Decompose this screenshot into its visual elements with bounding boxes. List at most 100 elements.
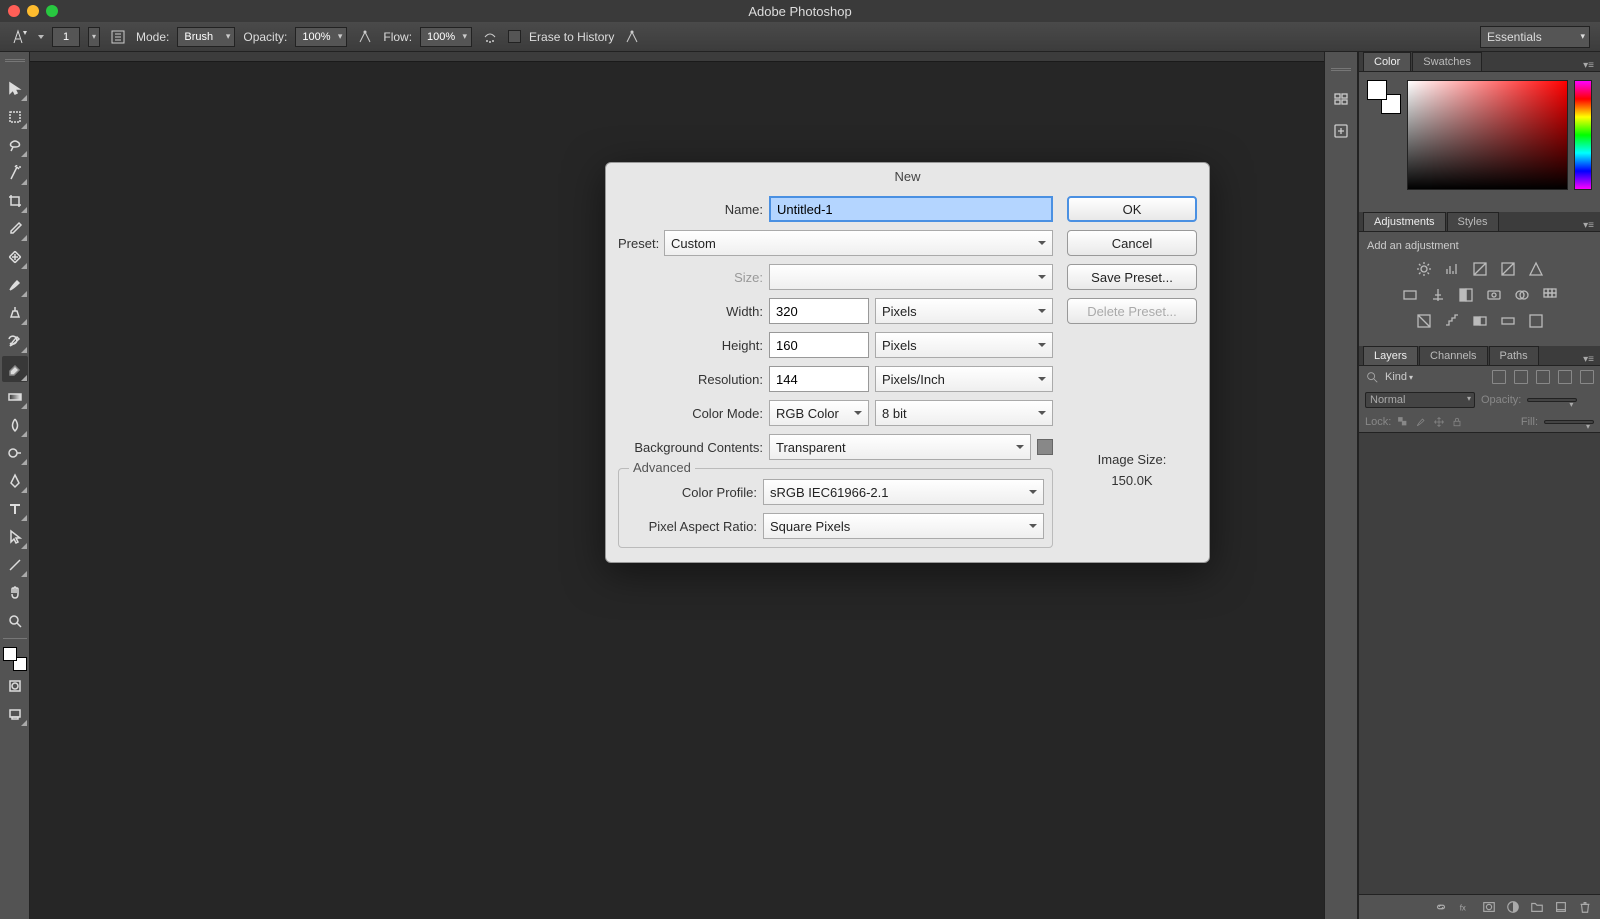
path-selection-tool[interactable] bbox=[2, 524, 28, 550]
foreground-color-swatch[interactable] bbox=[3, 647, 17, 661]
invert-icon[interactable] bbox=[1415, 312, 1433, 330]
name-input[interactable] bbox=[769, 196, 1053, 222]
paths-tab[interactable]: Paths bbox=[1489, 346, 1539, 365]
adjustments-tab[interactable]: Adjustments bbox=[1363, 212, 1446, 231]
lock-position-icon[interactable] bbox=[1433, 416, 1445, 428]
pixel-aspect-select[interactable]: Square Pixels bbox=[763, 513, 1044, 539]
flow-pressure-icon[interactable] bbox=[622, 27, 642, 47]
preset-select[interactable]: Custom bbox=[664, 230, 1053, 256]
lock-all-icon[interactable] bbox=[1451, 416, 1463, 428]
adjustment-layer-filter-icon[interactable] bbox=[1514, 370, 1528, 384]
channels-tab[interactable]: Channels bbox=[1419, 346, 1487, 365]
cancel-button[interactable]: Cancel bbox=[1067, 230, 1197, 256]
move-tool[interactable] bbox=[2, 76, 28, 102]
layers-tab[interactable]: Layers bbox=[1363, 346, 1418, 365]
layer-filter-kind-select[interactable]: Kind bbox=[1383, 371, 1423, 383]
ok-button[interactable]: OK bbox=[1067, 196, 1197, 222]
zoom-tool[interactable] bbox=[2, 608, 28, 634]
new-group-icon[interactable] bbox=[1530, 900, 1544, 914]
color-field[interactable] bbox=[1407, 80, 1568, 190]
smart-object-filter-icon[interactable] bbox=[1580, 370, 1594, 384]
magic-wand-tool[interactable] bbox=[2, 160, 28, 186]
erase-history-checkbox[interactable] bbox=[508, 30, 521, 43]
eraser-tool[interactable] bbox=[2, 356, 28, 382]
vibrance-icon[interactable] bbox=[1527, 260, 1545, 278]
resolution-input[interactable] bbox=[769, 366, 869, 392]
resolution-unit-select[interactable]: Pixels/Inch bbox=[875, 366, 1053, 392]
curves-icon[interactable] bbox=[1471, 260, 1489, 278]
opacity-select[interactable]: 100% bbox=[295, 27, 347, 47]
tools-grip[interactable] bbox=[5, 56, 25, 64]
tool-preset-icon[interactable] bbox=[10, 27, 30, 47]
zoom-window-button[interactable] bbox=[46, 5, 58, 17]
height-input[interactable] bbox=[769, 332, 869, 358]
adjustments-panel-menu-icon[interactable]: ▾≡ bbox=[1577, 220, 1600, 231]
brightness-contrast-icon[interactable] bbox=[1415, 260, 1433, 278]
healing-brush-tool[interactable] bbox=[2, 244, 28, 270]
mode-select[interactable]: Brush bbox=[177, 27, 235, 47]
history-panel-icon[interactable] bbox=[1328, 86, 1354, 112]
blend-mode-select[interactable]: Normal bbox=[1365, 392, 1475, 408]
color-profile-select[interactable]: sRGB IEC61966-2.1 bbox=[763, 479, 1044, 505]
color-panel-menu-icon[interactable]: ▾≡ bbox=[1577, 60, 1600, 71]
shape-layer-filter-icon[interactable] bbox=[1558, 370, 1572, 384]
line-tool[interactable] bbox=[2, 552, 28, 578]
color-lookup-icon[interactable] bbox=[1541, 286, 1559, 304]
quick-mask-tool[interactable] bbox=[2, 673, 28, 699]
bit-depth-select[interactable]: 8 bit bbox=[875, 400, 1053, 426]
layer-opacity-select[interactable] bbox=[1527, 398, 1577, 402]
bg-contents-select[interactable]: Transparent bbox=[769, 434, 1031, 460]
close-window-button[interactable] bbox=[8, 5, 20, 17]
layer-mask-icon[interactable] bbox=[1482, 900, 1496, 914]
lock-pixels-icon[interactable] bbox=[1415, 416, 1427, 428]
lock-transparency-icon[interactable] bbox=[1397, 416, 1409, 428]
link-layers-icon[interactable] bbox=[1434, 900, 1448, 914]
delete-layer-icon[interactable] bbox=[1578, 900, 1592, 914]
swatches-tab[interactable]: Swatches bbox=[1412, 52, 1482, 71]
foreground-background-colors[interactable] bbox=[3, 647, 27, 671]
color-balance-icon[interactable] bbox=[1429, 286, 1447, 304]
brush-size-input[interactable] bbox=[52, 27, 80, 47]
layer-filter-search-icon[interactable] bbox=[1365, 370, 1379, 384]
height-unit-select[interactable]: Pixels bbox=[875, 332, 1053, 358]
opacity-pressure-icon[interactable] bbox=[355, 27, 375, 47]
blur-tool[interactable] bbox=[2, 412, 28, 438]
lasso-tool[interactable] bbox=[2, 132, 28, 158]
selective-color-icon[interactable] bbox=[1527, 312, 1545, 330]
hue-slider[interactable] bbox=[1574, 80, 1592, 190]
strip-grip[interactable] bbox=[1331, 68, 1351, 76]
advanced-legend[interactable]: Advanced bbox=[629, 460, 695, 475]
eyedropper-tool[interactable] bbox=[2, 216, 28, 242]
hand-tool[interactable] bbox=[2, 580, 28, 606]
new-layer-icon[interactable] bbox=[1554, 900, 1568, 914]
flow-select[interactable]: 100% bbox=[420, 27, 472, 47]
properties-panel-icon[interactable] bbox=[1328, 118, 1354, 144]
bg-color-swatch[interactable] bbox=[1037, 439, 1053, 455]
gradient-tool[interactable] bbox=[2, 384, 28, 410]
width-unit-select[interactable]: Pixels bbox=[875, 298, 1053, 324]
brush-size-stepper[interactable]: ▾ bbox=[88, 27, 100, 47]
brush-panel-toggle-icon[interactable] bbox=[108, 27, 128, 47]
layer-fill-select[interactable] bbox=[1544, 420, 1594, 424]
styles-tab[interactable]: Styles bbox=[1447, 212, 1499, 231]
gradient-map-icon[interactable] bbox=[1499, 312, 1517, 330]
marquee-tool[interactable] bbox=[2, 104, 28, 130]
tool-preset-dropdown-icon[interactable] bbox=[38, 35, 44, 39]
clone-stamp-tool[interactable] bbox=[2, 300, 28, 326]
pen-tool[interactable] bbox=[2, 468, 28, 494]
workspace-selector[interactable]: Essentials bbox=[1480, 26, 1590, 48]
type-layer-filter-icon[interactable] bbox=[1536, 370, 1550, 384]
layers-list[interactable] bbox=[1359, 432, 1600, 895]
channel-mixer-icon[interactable] bbox=[1513, 286, 1531, 304]
minimize-window-button[interactable] bbox=[27, 5, 39, 17]
save-preset-button[interactable]: Save Preset... bbox=[1067, 264, 1197, 290]
dodge-tool[interactable] bbox=[2, 440, 28, 466]
threshold-icon[interactable] bbox=[1471, 312, 1489, 330]
pixel-layer-filter-icon[interactable] bbox=[1492, 370, 1506, 384]
crop-tool[interactable] bbox=[2, 188, 28, 214]
exposure-icon[interactable] bbox=[1499, 260, 1517, 278]
layer-fx-icon[interactable]: fx bbox=[1458, 900, 1472, 914]
history-brush-tool[interactable] bbox=[2, 328, 28, 354]
screen-mode-tool[interactable] bbox=[2, 701, 28, 727]
black-white-icon[interactable] bbox=[1457, 286, 1475, 304]
